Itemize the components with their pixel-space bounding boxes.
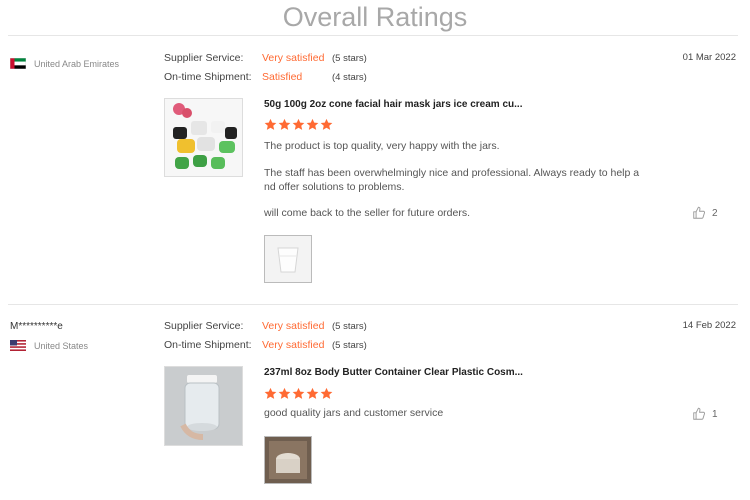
shipment-value: Very satisfied: [262, 339, 325, 351]
star-icon: [292, 118, 305, 130]
shipment-label: On-time Shipment:: [164, 71, 252, 83]
shipment-row: On-time Shipment: Satisfied (4 stars): [164, 71, 367, 83]
star-icon: [278, 387, 291, 399]
title-divider: [8, 35, 738, 36]
shipment-stars: (5 stars): [332, 339, 367, 351]
supplier-service-label: Supplier Service:: [164, 320, 244, 332]
buyer-country: United Arab Emirates: [10, 58, 119, 69]
helpful-count: 2: [712, 207, 718, 219]
supplier-service-value: Very satisfied: [262, 320, 325, 332]
review-text: will come back to the seller for future …: [264, 207, 471, 219]
shipment-label: On-time Shipment:: [164, 339, 252, 351]
us-flag-icon: [10, 340, 26, 351]
product-rating: [264, 118, 333, 131]
supplier-service-value: Very satisfied: [262, 52, 325, 64]
review-divider: [8, 304, 738, 305]
thumbs-up-icon: [693, 206, 706, 219]
product-thumbnail[interactable]: [164, 98, 243, 177]
shipment-value: Satisfied: [262, 71, 303, 83]
review-date: 01 Mar 2022: [682, 52, 736, 63]
helpful-button[interactable]: 2: [692, 206, 718, 220]
page-title: Overall Ratings: [282, 2, 468, 32]
star-icon: [264, 118, 277, 130]
thumbs-up-icon: [693, 407, 706, 420]
country-label: United States: [34, 340, 89, 351]
review-photo[interactable]: [264, 235, 312, 283]
helpful-button[interactable]: 1: [692, 407, 718, 421]
star-icon: [292, 387, 305, 399]
star-icon: [306, 387, 319, 399]
supplier-service-label: Supplier Service:: [164, 52, 244, 64]
star-icon: [278, 118, 291, 130]
product-title-link[interactable]: 50g 100g 2oz cone facial hair mask jars …: [264, 99, 534, 110]
shipment-row: On-time Shipment: Very satisfied (5 star…: [164, 339, 367, 351]
supplier-service-row: Supplier Service: Very satisfied (5 star…: [164, 320, 367, 332]
product-rating: [264, 387, 333, 400]
review-text: The staff has been overwhelmingly nice a…: [264, 167, 640, 193]
buyer-country: United States: [10, 340, 88, 351]
supplier-service-stars: (5 stars): [332, 320, 367, 332]
uae-flag-icon: [10, 58, 26, 69]
star-icon: [320, 118, 333, 130]
star-icon: [320, 387, 333, 399]
review-photo[interactable]: [264, 436, 312, 484]
supplier-service-stars: (5 stars): [332, 52, 367, 64]
product-title-link[interactable]: 237ml 8oz Body Butter Container Clear Pl…: [264, 367, 534, 378]
review-text: good quality jars and customer service: [264, 407, 444, 419]
supplier-service-row: Supplier Service: Very satisfied (5 star…: [164, 52, 367, 64]
helpful-count: 1: [712, 408, 718, 420]
star-icon: [306, 118, 319, 130]
product-thumbnail[interactable]: [164, 366, 243, 446]
star-icon: [264, 387, 277, 399]
buyer-name: M**********e: [10, 321, 63, 332]
country-label: United Arab Emirates: [34, 58, 120, 69]
review-date: 14 Feb 2022: [682, 320, 736, 331]
shipment-stars: (4 stars): [332, 71, 367, 83]
review-text: The product is top quality, very happy w…: [264, 140, 500, 152]
